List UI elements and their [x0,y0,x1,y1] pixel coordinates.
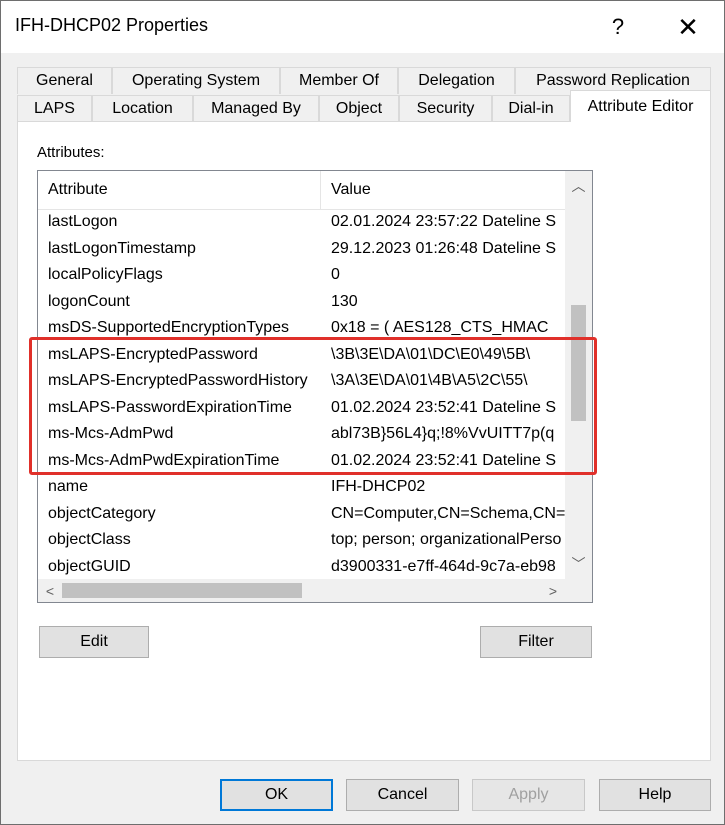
attribute-value: 0 [331,266,340,283]
scroll-up-icon[interactable]: ︿ [565,173,592,199]
tab-security[interactable]: Security [399,95,492,122]
scroll-down-icon[interactable]: ﹀ [565,551,592,577]
attribute-value: top; person; organizationalPerso [331,531,562,548]
attribute-name: objectClass [48,531,131,548]
attribute-value: abl73B}56L4}q;!8%VvUITT7p(q [331,425,555,442]
vertical-scrollbar[interactable]: ︿ ﹀ [565,171,592,579]
vertical-scroll-thumb[interactable] [571,305,586,421]
tab-laps[interactable]: LAPS [17,95,92,122]
column-attribute[interactable]: Attribute [38,171,321,209]
help-icon[interactable]: ? [595,7,641,47]
attribute-name: ms-Mcs-AdmPwdExpirationTime [48,451,280,469]
horizontal-scrollbar[interactable]: < > [38,579,565,602]
attribute-name: msLAPS-PasswordExpirationTime [48,398,292,416]
attribute-value: 29.12.2023 01:26:48 Dateline S [331,239,557,257]
attribute-value: 0x18 = ( AES128_CTS_HMAC [331,319,549,336]
properties-dialog: IFH-DHCP02 Properties ? ✕ General Operat… [0,0,725,825]
tab-operating-system[interactable]: Operating System [112,67,280,94]
table-row[interactable]: ms-Mcs-AdmPwd abl73B}56L4}q;!8%VvUITT7p(q [38,422,565,449]
table-row[interactable]: msLAPS-EncryptedPassword \3B\3E\DA\01\DC\… [38,343,565,370]
attribute-name: objectCategory [48,504,156,522]
attribute-value: 02.01.2024 23:57:22 Dateline S [331,213,557,230]
filter-button[interactable]: Filter [480,626,592,658]
attribute-value: CN=Computer,CN=Schema,CN= [331,504,565,522]
tab-dial-in[interactable]: Dial-in [492,95,570,122]
window-title: IFH-DHCP02 Properties [15,15,209,35]
attribute-value: 130 [331,292,358,310]
table-row[interactable]: name IFH-DHCP02 [38,475,565,502]
attribute-value: 01.02.2024 23:52:41 Dateline S [331,451,557,469]
attribute-name: msLAPS-EncryptedPassword [48,345,258,363]
attribute-name: lastLogonTimestamp [48,239,196,257]
tab-managed-by[interactable]: Managed By [193,95,319,122]
attribute-name: ms-Mcs-AdmPwd [48,425,174,442]
scroll-right-icon[interactable]: > [541,579,565,602]
attribute-value: IFH-DHCP02 [331,478,426,495]
table-row[interactable]: lastLogon 02.01.2024 23:57:22 Dateline S [38,210,565,237]
list-header: Attribute Value [38,171,565,210]
attribute-value: \3A\3E\DA\01\4B\A5\2C\55\ [331,372,528,389]
attribute-value: 01.02.2024 23:52:41 Dateline S [331,398,557,416]
table-row[interactable]: msLAPS-EncryptedPasswordHistory \3A\3E\DA… [38,369,565,396]
attribute-name: lastLogon [48,213,118,230]
tab-location[interactable]: Location [92,95,193,122]
tab-attribute-editor[interactable]: Attribute Editor [570,90,711,122]
tab-member-of[interactable]: Member Of [280,67,398,94]
table-row[interactable]: objectClass top; person; organizationalPe… [38,528,565,555]
table-row[interactable]: logonCount 130 [38,290,565,317]
scroll-corner [565,579,592,602]
table-row[interactable]: localPolicyFlags 0 [38,263,565,290]
horizontal-scroll-thumb[interactable] [62,583,302,598]
attribute-name: msLAPS-EncryptedPasswordHistory [48,372,308,389]
column-value[interactable]: Value [321,171,565,209]
apply-button[interactable]: Apply [472,779,585,811]
title-bar: IFH-DHCP02 Properties ? ✕ [1,1,724,53]
close-icon[interactable]: ✕ [665,7,711,47]
edit-button[interactable]: Edit [39,626,149,658]
table-row[interactable]: objectGUID d3900331-e7ff-464d-9c7a-eb98 [38,555,565,581]
table-row[interactable]: ms-Mcs-AdmPwdExpirationTime 01.02.2024 23… [38,449,565,476]
ok-button[interactable]: OK [220,779,333,811]
attribute-value: \3B\3E\DA\01\DC\E0\49\5B\ [331,345,531,363]
help-button[interactable]: Help [599,779,711,811]
attribute-name: localPolicyFlags [48,266,163,283]
attribute-name: objectGUID [48,557,131,575]
tab-general[interactable]: General [17,67,112,94]
table-row[interactable]: objectCategory CN=Computer,CN=Schema,CN= [38,502,565,529]
tab-delegation[interactable]: Delegation [398,67,515,94]
attribute-value: d3900331-e7ff-464d-9c7a-eb98 [331,557,556,575]
attributes-list[interactable]: Attribute Value lastLogon 02.01.2024 23:5… [37,170,593,603]
attributes-label: Attributes: [37,144,105,161]
table-row[interactable]: lastLogonTimestamp 29.12.2023 01:26:48 Da… [38,237,565,264]
attribute-name: logonCount [48,292,130,310]
cancel-button[interactable]: Cancel [346,779,459,811]
table-row[interactable]: msLAPS-PasswordExpirationTime 01.02.2024 … [38,396,565,423]
table-row[interactable]: msDS-SupportedEncryptionTypes 0x18 = ( AE… [38,316,565,343]
tab-object[interactable]: Object [319,95,399,122]
attribute-name: name [48,478,89,495]
list-rows: lastLogon 02.01.2024 23:57:22 Dateline Sl… [38,210,565,580]
scroll-left-icon[interactable]: < [38,579,62,602]
attribute-name: msDS-SupportedEncryptionTypes [48,319,289,336]
